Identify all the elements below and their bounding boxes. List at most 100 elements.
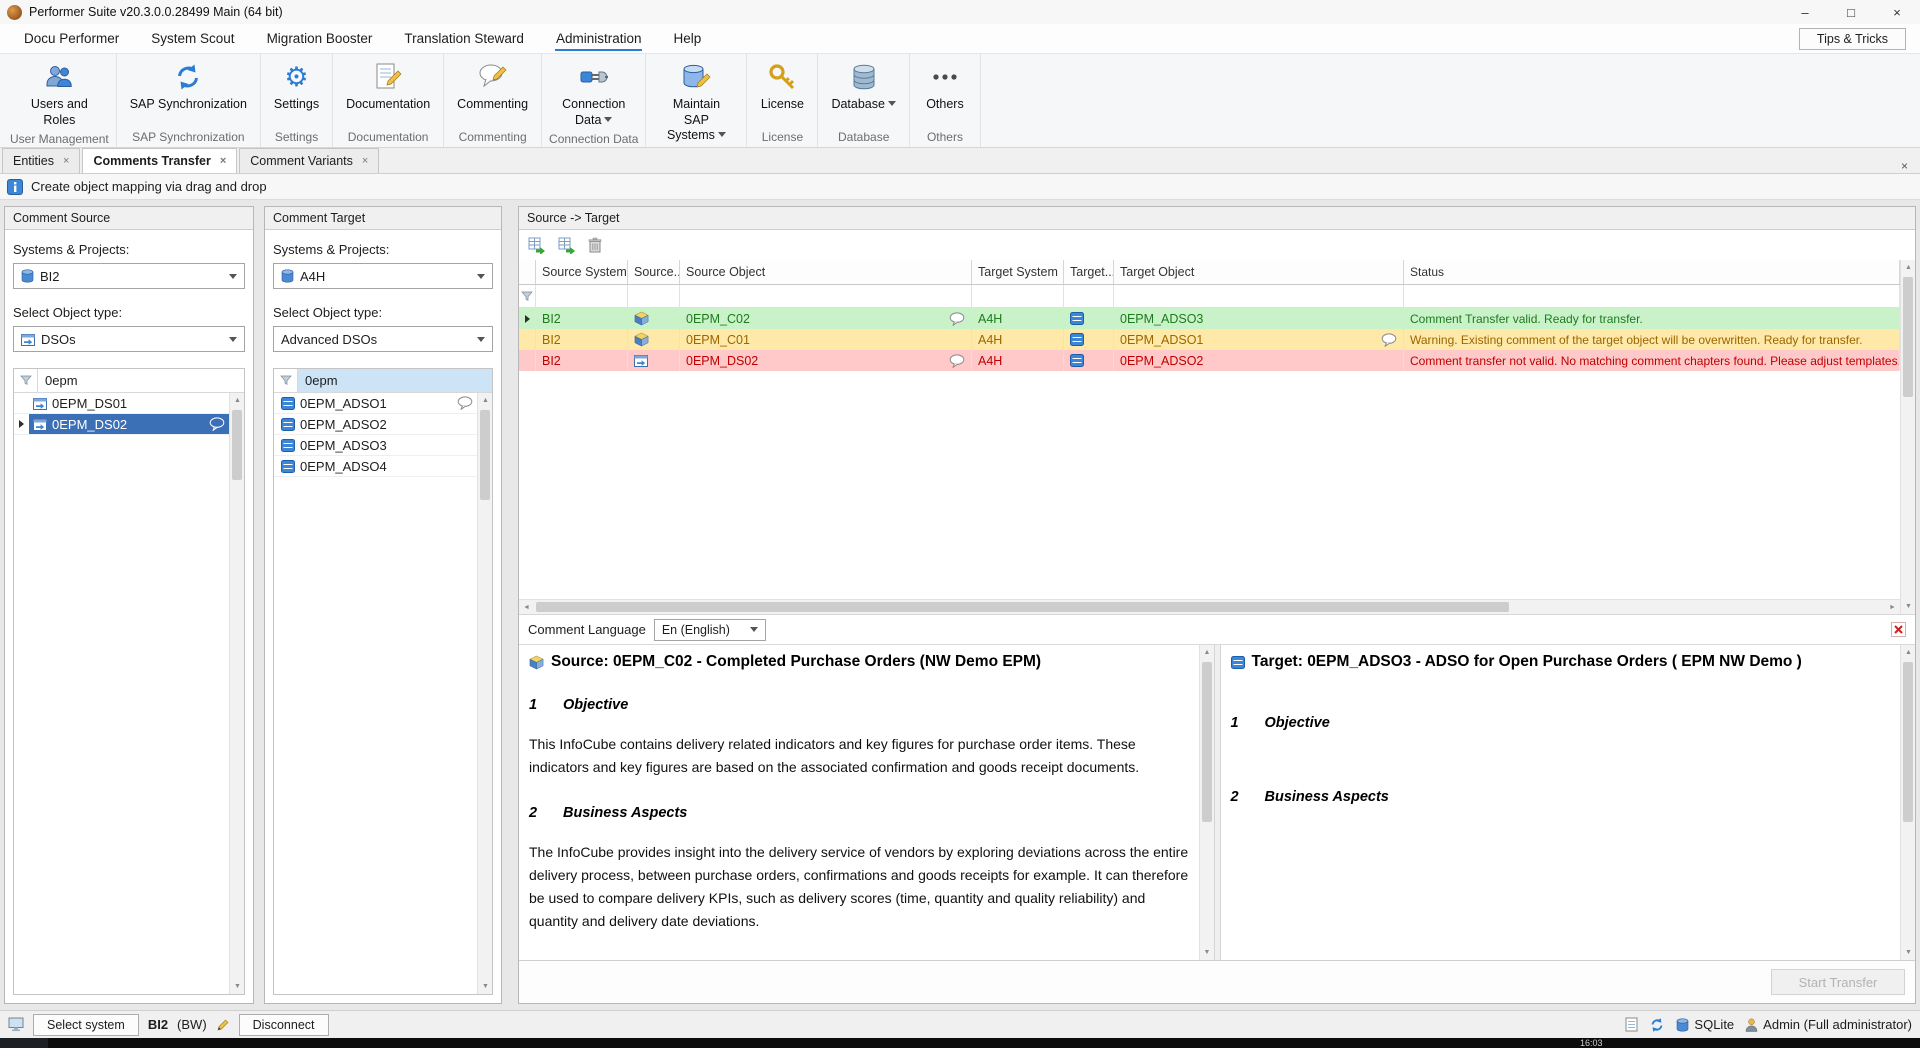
maintain-sap-systems-button[interactable]: Maintain SAP Systems (653, 57, 739, 146)
menu-system-scout[interactable]: System Scout (135, 24, 250, 53)
transfer-selected-button[interactable] (528, 237, 546, 254)
scroll-down-icon[interactable]: ▼ (1901, 599, 1915, 614)
tab-comments-transfer[interactable]: Comments Transfer × (82, 148, 237, 173)
list-item[interactable]: 0EPM_ADSO4 (274, 456, 477, 477)
scroll-down-icon[interactable]: ▼ (230, 979, 244, 994)
filter-cell[interactable] (1114, 285, 1404, 307)
scrollbar-horizontal[interactable]: ◄ ► (519, 599, 1900, 614)
maximize-button[interactable]: □ (1828, 0, 1874, 24)
list-item[interactable]: 0EPM_ADSO1 (274, 393, 477, 414)
start-transfer-button[interactable]: Start Transfer (1771, 969, 1905, 995)
scroll-down-icon[interactable]: ▼ (478, 979, 492, 994)
filter-funnel-icon[interactable] (519, 285, 536, 307)
close-button[interactable]: × (1874, 0, 1920, 24)
filter-funnel-icon[interactable] (14, 369, 38, 392)
windows-taskbar[interactable]: 16:03 (0, 1038, 1920, 1048)
column-header[interactable]: Source System (536, 260, 628, 284)
menu-docu-performer[interactable]: Docu Performer (8, 24, 135, 53)
infocube-icon (529, 655, 544, 670)
select-system-button[interactable]: Select system (33, 1014, 139, 1036)
filter-cell[interactable] (972, 285, 1064, 307)
menu-help[interactable]: Help (657, 24, 717, 53)
column-header[interactable]: Source Object (680, 260, 972, 284)
source-object-type-select[interactable]: DSOs (13, 326, 245, 352)
filter-cell[interactable] (680, 285, 972, 307)
list-item[interactable]: 0EPM_ADSO2 (274, 414, 477, 435)
mapping-row-error[interactable]: BI2 0EPM_DS02 A4H 0EPM_ADSO2 Comment tra… (519, 350, 1900, 371)
scroll-up-icon[interactable]: ▲ (478, 393, 492, 408)
comment-language-select[interactable]: En (English) (654, 619, 766, 641)
filter-cell[interactable] (536, 285, 628, 307)
dso-icon (33, 418, 47, 431)
sap-synchronization-button[interactable]: SAP Synchronization (124, 57, 253, 115)
menu-migration-booster[interactable]: Migration Booster (251, 24, 389, 53)
transfer-all-button[interactable] (558, 237, 576, 254)
column-header[interactable]: Status (1404, 260, 1900, 284)
tab-entities[interactable]: Entities × (2, 148, 80, 173)
others-button[interactable]: Others (917, 57, 973, 115)
scroll-up-icon[interactable]: ▲ (1200, 645, 1214, 660)
tab-close-icon[interactable]: × (362, 155, 368, 167)
scrollbar-vertical[interactable]: ▲ ▼ (1900, 260, 1915, 614)
settings-button[interactable]: ⚙ Settings (268, 57, 325, 115)
filter-cell[interactable] (1064, 285, 1114, 307)
scrollbar-vertical[interactable]: ▲ ▼ (229, 393, 244, 994)
filter-cell[interactable] (1404, 285, 1900, 307)
scroll-down-icon[interactable]: ▼ (1901, 945, 1915, 960)
scroll-left-icon[interactable]: ◄ (519, 600, 534, 614)
tab-close-icon[interactable]: × (220, 155, 226, 167)
menu-administration[interactable]: Administration (540, 24, 658, 53)
edit-pencil-icon[interactable] (216, 1018, 230, 1032)
list-item-selected[interactable]: 0EPM_DS02 (14, 414, 229, 435)
close-preview-button[interactable] (1891, 622, 1906, 637)
column-header[interactable]: Target Object (1114, 260, 1404, 284)
column-header[interactable]: Target System (972, 260, 1064, 284)
close-tab-strip-icon[interactable]: × (1891, 159, 1918, 173)
scroll-down-icon[interactable]: ▼ (1200, 945, 1214, 960)
tips-tricks-button[interactable]: Tips & Tricks (1799, 28, 1906, 50)
scrollbar-vertical[interactable]: ▲ ▼ (1199, 645, 1214, 960)
column-header[interactable]: Source... (628, 260, 680, 284)
tab-close-icon[interactable]: × (63, 155, 69, 167)
license-button[interactable]: License (754, 57, 810, 115)
commenting-button[interactable]: Commenting (451, 57, 534, 115)
refresh-icon[interactable] (1649, 1017, 1665, 1033)
database-button[interactable]: Database (825, 57, 902, 115)
menu-translation-steward[interactable]: Translation Steward (388, 24, 540, 53)
list-item[interactable]: 0EPM_ADSO3 (274, 435, 477, 456)
scrollbar-vertical[interactable]: ▲ ▼ (477, 393, 492, 994)
target-filter-input[interactable]: 0epm (298, 369, 492, 392)
users-and-roles-button[interactable]: Users and Roles (22, 57, 96, 130)
source-system-select[interactable]: BI2 (13, 263, 245, 289)
dso-icon (21, 333, 35, 346)
database-icon (849, 61, 879, 93)
filter-cell[interactable] (628, 285, 680, 307)
source-filter-input[interactable]: 0epm (38, 369, 244, 392)
target-object-type-select[interactable]: Advanced DSOs (273, 326, 493, 352)
mapping-row-valid[interactable]: BI2 0EPM_C02 A4H 0EPM_ADSO3 Comment Tran… (519, 308, 1900, 329)
user-label: Admin (Full administrator) (1763, 1017, 1912, 1032)
target-system-select[interactable]: A4H (273, 263, 493, 289)
connection-data-button[interactable]: Connection Data (551, 57, 637, 130)
column-header[interactable]: Target... (1064, 260, 1114, 284)
scroll-up-icon[interactable]: ▲ (1901, 260, 1915, 275)
comment-bubble-icon (1381, 333, 1397, 347)
tab-comment-variants[interactable]: Comment Variants × (239, 148, 379, 173)
start-button[interactable] (0, 1038, 48, 1048)
list-item[interactable]: 0EPM_DS01 (14, 393, 229, 414)
section-heading: Objective (563, 697, 628, 713)
comment-bubble-icon (209, 417, 225, 431)
disconnect-button[interactable]: Disconnect (239, 1014, 329, 1036)
scroll-right-icon[interactable]: ► (1885, 600, 1900, 614)
scroll-up-icon[interactable]: ▲ (230, 393, 244, 408)
scrollbar-vertical[interactable]: ▲ ▼ (1900, 645, 1915, 960)
delete-mapping-button[interactable] (588, 237, 602, 253)
documentation-button[interactable]: Documentation (340, 57, 436, 115)
mapping-row-warning[interactable]: BI2 0EPM_C01 A4H 0EPM_ADSO1 Warning. Exi… (519, 329, 1900, 350)
minimize-button[interactable]: – (1782, 0, 1828, 24)
filter-funnel-icon[interactable] (274, 369, 298, 392)
scroll-up-icon[interactable]: ▲ (1901, 645, 1915, 660)
preview-splitter[interactable] (1214, 645, 1221, 960)
report-page-icon[interactable] (1625, 1017, 1638, 1032)
info-bar: Create object mapping via drag and drop (0, 174, 1920, 200)
